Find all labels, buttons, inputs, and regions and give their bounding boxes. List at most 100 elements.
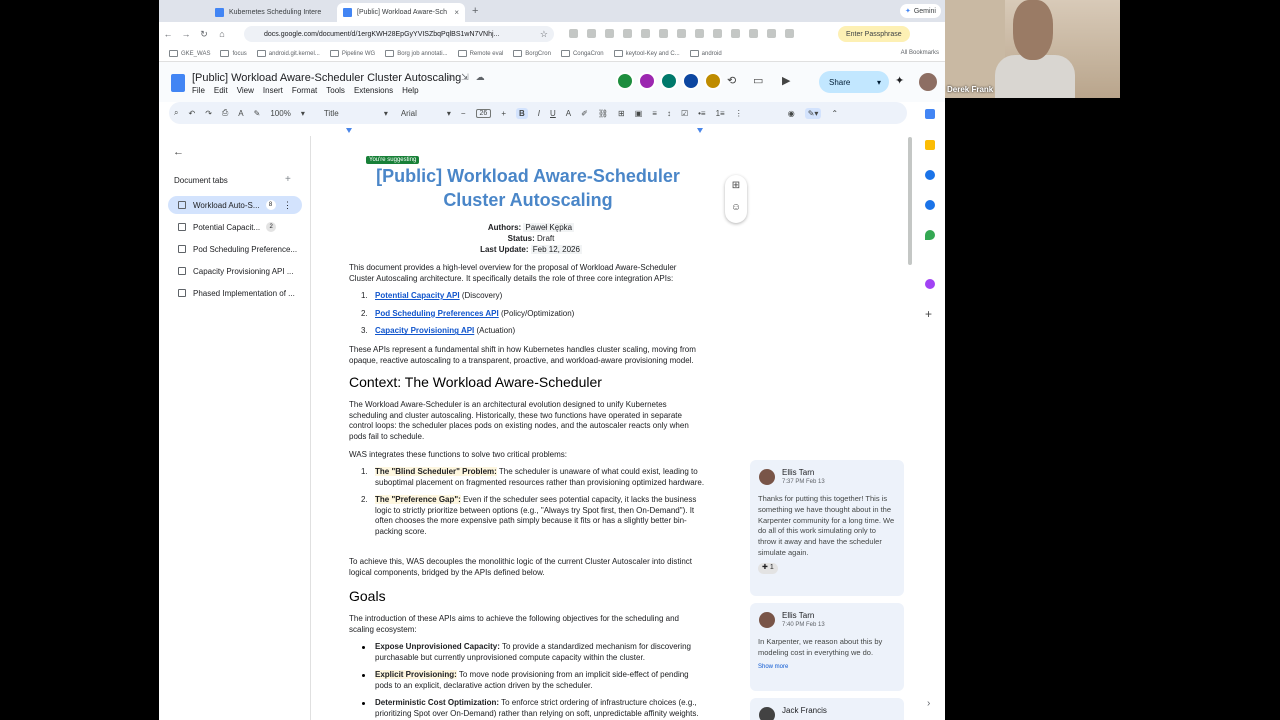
collaborator-avatar[interactable] (704, 72, 722, 90)
image-icon[interactable]: ▣ (635, 109, 643, 118)
underline-icon[interactable]: U (550, 109, 556, 118)
redo-icon[interactable]: ↷ (205, 109, 212, 118)
bold-icon[interactable]: B (516, 107, 528, 119)
comments-icon[interactable]: ▭ (753, 74, 763, 87)
forward-arrow-icon[interactable]: → (177, 29, 195, 39)
browser-tab-active[interactable]: [Public] Workload Aware-Sch × (337, 3, 465, 22)
voice-icon[interactable]: ◉ (788, 109, 795, 118)
docs-logo-icon[interactable] (171, 74, 185, 92)
menu-file[interactable]: File (192, 86, 205, 95)
scrollbar[interactable] (908, 137, 912, 265)
extension-icon[interactable] (785, 29, 794, 38)
search-menus-icon[interactable]: ⌕ (174, 108, 178, 118)
api-link[interactable]: Capacity Provisioning API (375, 326, 474, 335)
extension-icon[interactable] (695, 29, 704, 38)
move-icon[interactable]: ⇲ (461, 72, 469, 83)
share-button[interactable]: Share ▾ (819, 71, 889, 93)
authors-chip[interactable]: Paweł Kępka (523, 223, 575, 232)
document-title[interactable]: [Public] Workload Aware-Scheduler Cluste… (192, 72, 461, 84)
line-spacing-icon[interactable]: ↕ (667, 109, 671, 118)
doc-tab-potential-capacity[interactable]: Potential Capacit... 2 (168, 218, 302, 236)
chevron-right-icon[interactable]: › (927, 698, 930, 709)
chevron-down-icon[interactable]: ▾ (877, 78, 881, 87)
home-icon[interactable]: ⌂ (213, 29, 231, 39)
bookmark-item[interactable]: BorgCron (513, 50, 551, 57)
chevron-down-icon[interactable]: ▾ (384, 109, 388, 118)
extension-icon[interactable] (641, 29, 650, 38)
gemini-button[interactable]: ✦ Gemini (899, 4, 941, 18)
addon-icon[interactable] (925, 279, 935, 289)
extension-icon[interactable] (605, 29, 614, 38)
menu-insert[interactable]: Insert (263, 86, 283, 95)
history-icon[interactable]: ⟲ (727, 74, 736, 87)
paint-format-icon[interactable]: ✎ (254, 109, 261, 118)
right-indent-marker[interactable] (697, 128, 703, 133)
collapse-chevron-icon[interactable]: ⌃ (831, 109, 838, 118)
ruler[interactable] (311, 126, 911, 136)
reload-icon[interactable]: ↻ (195, 29, 213, 40)
reaction-chip[interactable]: ✚ 1 (758, 562, 778, 574)
bookmark-item[interactable]: Pipeline WG (330, 50, 375, 57)
date-chip[interactable]: Feb 12, 2026 (530, 245, 582, 254)
extension-icon[interactable] (749, 29, 758, 38)
bookmark-item[interactable]: Borg job annotati... (385, 50, 447, 57)
document-heading[interactable]: [Public] Workload Aware-Scheduler Cluste… (365, 164, 691, 212)
bookmark-star-icon[interactable]: ☆ (540, 29, 548, 40)
menu-help[interactable]: Help (402, 86, 418, 95)
bookmark-item[interactable]: keytool-Key and C... (614, 50, 680, 57)
bookmark-item[interactable]: android.git.kernel... (257, 50, 320, 57)
tasks-icon[interactable] (925, 170, 935, 180)
extension-icon[interactable] (659, 29, 668, 38)
contacts-icon[interactable] (925, 200, 935, 210)
gemini-spark-icon[interactable]: ✦ (895, 74, 904, 87)
api-link[interactable]: Potential Capacity API (375, 291, 460, 300)
more-icon[interactable]: ⋮ (735, 109, 743, 118)
extension-icon[interactable] (677, 29, 686, 38)
bookmark-item[interactable]: focus (220, 50, 246, 57)
font-size-input[interactable]: 26 (475, 108, 492, 118)
checklist-icon[interactable]: ☑ (681, 109, 688, 118)
font-select[interactable]: Arial (401, 109, 437, 118)
collaborator-avatar[interactable] (660, 72, 678, 90)
bookmark-item[interactable]: GKE_WAS (169, 50, 210, 57)
decrease-size-icon[interactable]: − (461, 109, 466, 118)
comment-thread[interactable]: Ellis Tarn 7:40 PM Feb 13 In Karpenter, … (750, 603, 904, 691)
menu-extensions[interactable]: Extensions (354, 86, 393, 95)
account-avatar[interactable] (919, 73, 937, 91)
doc-tab-capacity-provisioning[interactable]: Capacity Provisioning API ... (168, 262, 302, 280)
extension-icon[interactable] (767, 29, 776, 38)
emoji-reaction-icon[interactable]: ☺ (725, 197, 747, 219)
address-bar[interactable]: docs.google.com/document/d/1ergKWH28EpGy… (244, 26, 554, 42)
add-comment-icon[interactable]: ⊞ (618, 109, 625, 118)
extension-icon[interactable] (587, 29, 596, 38)
bookmark-item[interactable]: Remote eval (458, 50, 504, 57)
close-tab-icon[interactable]: × (454, 8, 459, 17)
collaborator-avatar[interactable] (616, 72, 634, 90)
bookmark-item[interactable]: CongaCron (561, 50, 604, 57)
back-arrow-icon[interactable]: ← (173, 146, 184, 158)
maps-icon[interactable] (925, 230, 935, 240)
link-icon[interactable]: ⛓ (598, 109, 608, 118)
extension-icon[interactable] (623, 29, 632, 38)
left-indent-marker[interactable] (346, 128, 352, 133)
doc-tab-pod-scheduling[interactable]: Pod Scheduling Preference... (168, 240, 302, 258)
undo-icon[interactable]: ↶ (188, 109, 195, 118)
new-tab-plus-icon[interactable]: + (472, 5, 478, 17)
suggesting-mode-icon[interactable]: ✎▾ (804, 107, 822, 119)
print-icon[interactable]: ⎙ (222, 108, 228, 118)
zoom-select[interactable]: 100% (270, 109, 290, 118)
api-link[interactable]: Pod Scheduling Preferences API (375, 309, 499, 318)
menu-view[interactable]: View (237, 86, 254, 95)
increase-size-icon[interactable]: + (501, 109, 506, 118)
highlight-icon[interactable]: ✐ (581, 109, 588, 118)
menu-tools[interactable]: Tools (326, 86, 345, 95)
menu-format[interactable]: Format (292, 86, 317, 95)
add-tab-plus-icon[interactable]: + (285, 174, 291, 185)
all-bookmarks-link[interactable]: All Bookmarks (901, 50, 939, 56)
enter-passphrase-button[interactable]: Enter Passphrase (838, 26, 910, 42)
menu-edit[interactable]: Edit (214, 86, 228, 95)
back-arrow-icon[interactable]: ← (159, 29, 177, 39)
collaborator-avatar[interactable] (638, 72, 656, 90)
add-comment-icon[interactable]: ⊞ (725, 175, 747, 197)
doc-tab-phased-implementation[interactable]: Phased Implementation of ... (168, 284, 302, 302)
